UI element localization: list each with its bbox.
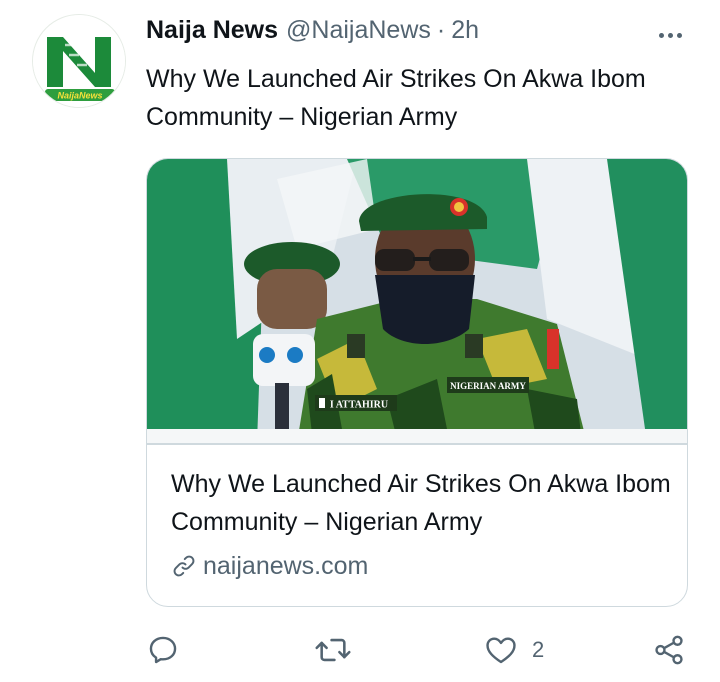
tweet-header: Naija News @NaijaNews · 2h (146, 16, 479, 52)
retweet-button[interactable] (314, 628, 352, 672)
naija-news-logo: NaijaNews (33, 15, 125, 107)
share-icon (655, 635, 683, 665)
share-button[interactable] (652, 628, 686, 672)
card-domain-text: naijanews.com (203, 551, 369, 580)
link-card[interactable]: I ATTAHIRU NIGERIAN ARMY Why We Launched… (146, 158, 688, 607)
like-count: 2 (532, 637, 545, 662)
name-tag-text: I ATTAHIRU (330, 400, 388, 411)
tweet-actions: 2 (146, 628, 706, 672)
card-divider (147, 443, 687, 445)
army-officer-photo: I ATTAHIRU NIGERIAN ARMY (147, 159, 687, 443)
tweet[interactable]: NaijaNews Naija News @NaijaNews · 2h Why… (0, 0, 720, 682)
like-button[interactable]: 2 (484, 628, 544, 672)
card-title: Why We Launched Air Strikes On Akwa Ibom… (171, 470, 671, 536)
army-tag-text: NIGERIAN ARMY (450, 381, 526, 391)
link-icon (173, 555, 195, 577)
avatar[interactable]: NaijaNews (32, 14, 126, 108)
author-name[interactable]: Naija News (146, 16, 278, 45)
more-dot (676, 32, 682, 38)
card-domain[interactable]: naijanews.com (171, 549, 368, 583)
avatar-logo-text: NaijaNews (57, 91, 102, 101)
card-image: I ATTAHIRU NIGERIAN ARMY (147, 159, 687, 443)
reply-icon (149, 636, 177, 664)
more-dot (667, 32, 673, 38)
author-handle[interactable]: @NaijaNews (286, 16, 431, 45)
separator-dot: · (436, 16, 446, 44)
retweet-icon (315, 638, 351, 662)
tweet-text: Why We Launched Air Strikes On Akwa Ibom… (146, 65, 646, 131)
more-dot (658, 32, 664, 38)
heart-icon (486, 637, 516, 664)
more-options-button[interactable] (648, 20, 692, 50)
timestamp[interactable]: 2h (451, 16, 479, 45)
reply-button[interactable] (146, 628, 180, 672)
